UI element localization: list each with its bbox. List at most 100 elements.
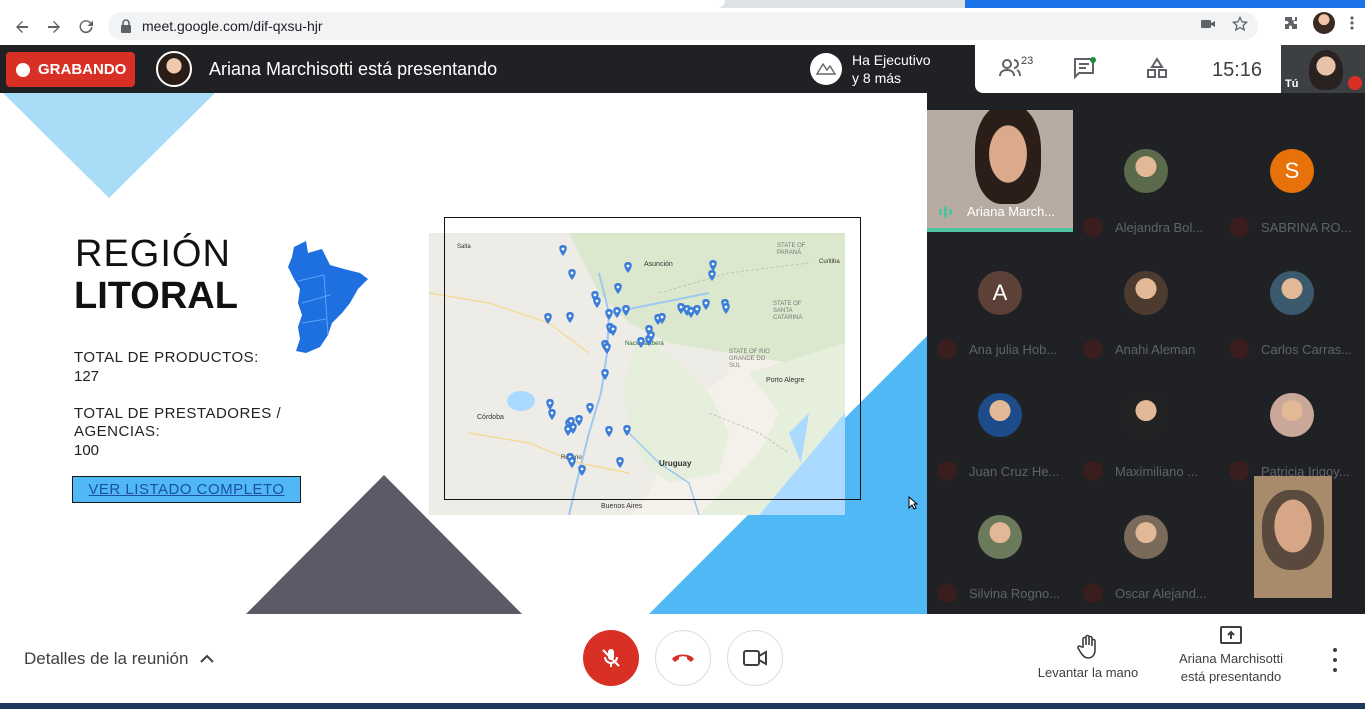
raise-hand-label: Levantar la mano (1037, 665, 1139, 680)
participant-avatar (1124, 271, 1168, 315)
back-icon[interactable] (6, 11, 38, 43)
chevron-up-icon (200, 654, 215, 663)
meeting-details-button[interactable]: Detalles de la reunión (24, 649, 215, 669)
participant-avatar (1124, 149, 1168, 193)
participant-tile[interactable]: Alejandra Bol... (1073, 110, 1219, 237)
hang-up-icon (672, 654, 694, 662)
participant-tile[interactable]: Juan Cruz He... (927, 354, 1073, 481)
providers-label-line2: AGENCIAS: (74, 423, 161, 440)
litoral-region-map-icon (288, 241, 368, 353)
star-icon[interactable] (1232, 16, 1248, 32)
camera-permission-icon[interactable] (1200, 16, 1216, 32)
forward-icon[interactable] (38, 11, 70, 43)
participant-tile-speaking[interactable]: Ariana March... (927, 110, 1073, 232)
shapes-icon (1147, 57, 1167, 78)
omnibox[interactable]: meet.google.com/dif-qxsu-hjr (108, 12, 1258, 40)
self-view-tile[interactable]: Tú (1281, 45, 1365, 93)
activities-button[interactable] (1146, 57, 1168, 84)
presenting-label-line1: Ariana Marchisotti (1178, 651, 1284, 666)
presenting-title: Ariana Marchisotti está presentando (209, 59, 498, 79)
extensions-icon[interactable] (1283, 15, 1299, 31)
meeting-tools-bar: 23 15:16 (975, 45, 1281, 93)
participant-avatar (1124, 393, 1168, 437)
url-text: meet.google.com/dif-qxsu-hjr (142, 18, 323, 34)
speaking-indicator-icon (939, 206, 952, 218)
meeting-clock: 15:16 (1212, 59, 1263, 81)
participant-video-tile[interactable] (1254, 476, 1332, 598)
mic-off-icon (937, 583, 957, 603)
presenting-button[interactable]: Ariana Marchisotti está presentando (1170, 626, 1292, 686)
tab-strip (0, 0, 1365, 8)
self-label: Tú (1285, 78, 1299, 90)
hand-raise-line2: y 8 más (852, 70, 902, 86)
participant-name: Oscar Alejand... (1115, 586, 1207, 601)
decorative-triangle-top (3, 93, 215, 198)
participant-avatar (978, 393, 1022, 437)
company-logo-icon (810, 53, 842, 85)
mic-off-icon (1083, 583, 1103, 603)
camera-icon (743, 650, 767, 666)
chat-icon (1074, 57, 1096, 80)
more-options-icon[interactable] (1325, 648, 1345, 672)
providers-label-line1: TOTAL DE PRESTADORES / (74, 405, 282, 422)
participant-avatar (1270, 271, 1314, 315)
participant-tile[interactable]: Patricia Irigoy... (1219, 354, 1365, 481)
participant-name: Ariana March... (967, 204, 1056, 219)
leave-call-button[interactable] (655, 630, 711, 686)
participant-tile[interactable]: Maximiliano ... (1073, 354, 1219, 481)
recording-label: GRABANDO (38, 61, 127, 78)
reload-icon[interactable] (70, 11, 102, 43)
participant-avatar (1124, 515, 1168, 559)
participants-grid: Ariana March... Alejandra Bol... S SABRINA… (927, 93, 1365, 614)
ver-listado-button[interactable]: VER LISTADO COMPLETO (72, 476, 301, 503)
participant-avatar (1270, 393, 1314, 437)
bottom-bar: Detalles de la reunión Levantar la mano … (0, 614, 1365, 703)
self-video (1309, 50, 1343, 90)
participant-avatar (978, 515, 1022, 559)
participant-name: Silvina Rogno... (969, 586, 1061, 601)
os-taskbar (0, 703, 1365, 709)
participant-video (1262, 490, 1324, 570)
hand-raise-notification[interactable]: Ha Ejecutivo y 8 más (804, 45, 974, 93)
record-dot-icon (16, 62, 30, 77)
presenting-label-line2: está presentando (1180, 669, 1282, 684)
participants-count: 23 (1021, 55, 1034, 67)
region-title-line1: REGIÓN (75, 233, 231, 275)
hand-raise-line1: Ha Ejecutivo (852, 52, 931, 68)
mic-off-icon (1229, 461, 1249, 481)
mouse-cursor-icon (908, 496, 918, 510)
participant-tile[interactable]: Oscar Alejand... (1073, 476, 1219, 603)
participant-tile[interactable]: Carlos Carras... (1219, 232, 1365, 359)
present-screen-icon (1220, 626, 1242, 644)
speaker-video (975, 110, 1041, 204)
mic-off-icon (1348, 76, 1362, 90)
participant-tile[interactable]: S SABRINA RO... (1219, 110, 1365, 237)
products-label: TOTAL DE PRODUCTOS: (74, 349, 259, 366)
region-title-line2: LITORAL (74, 275, 238, 317)
presentation-slide: REGIÓN LITORAL TOTAL DE PRODUCTOS: 127 T… (0, 93, 927, 614)
other-tab[interactable] (965, 0, 1365, 8)
participant-avatar: A (978, 271, 1022, 315)
participant-avatar: S (1270, 149, 1314, 193)
recording-badge[interactable]: GRABANDO (6, 52, 135, 87)
mic-off-icon (602, 649, 620, 667)
active-tab[interactable] (0, 0, 725, 8)
lock-icon (121, 19, 131, 33)
people-button[interactable]: 23 (999, 55, 1033, 84)
map-frame (444, 217, 861, 500)
mic-toggle-button[interactable] (583, 630, 639, 686)
products-value: 127 (74, 368, 100, 385)
address-bar: meet.google.com/dif-qxsu-hjr (0, 8, 1365, 45)
participant-tile[interactable]: Anahi Aleman (1073, 232, 1219, 359)
presenter-avatar (156, 51, 192, 87)
chrome-menu-icon[interactable] (1349, 15, 1355, 31)
chat-button[interactable] (1073, 57, 1097, 84)
meet-top-bar: GRABANDO Ariana Marchisotti está present… (0, 45, 1365, 93)
participant-tile[interactable]: A Ana julia Hob... (927, 232, 1073, 359)
participant-tile[interactable]: Silvina Rogno... (927, 476, 1073, 603)
raise-hand-icon (1077, 634, 1096, 659)
camera-toggle-button[interactable] (727, 630, 783, 686)
meeting-details-label: Detalles de la reunión (24, 649, 189, 668)
raise-hand-button[interactable]: Levantar la mano (1033, 634, 1143, 682)
profile-avatar[interactable] (1313, 12, 1335, 34)
